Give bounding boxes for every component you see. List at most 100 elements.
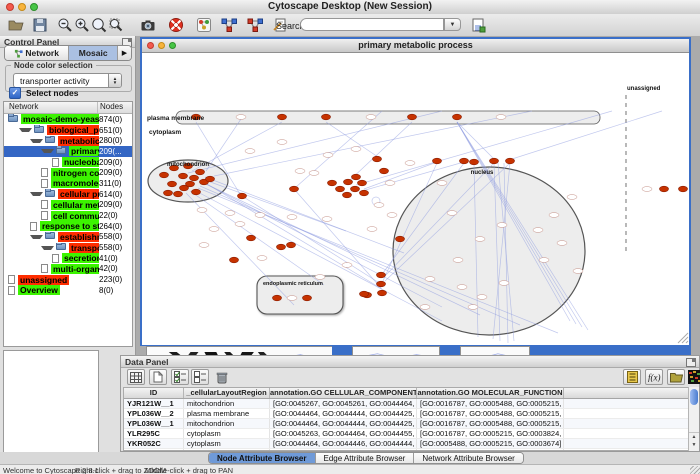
network-node[interactable]: [322, 114, 331, 120]
table-cell[interactable]: YPL036W__1: [124, 419, 184, 428]
table-row-yjr121w__1[interactable]: YJR121W__1mitochondrion[GO:0045267, GO:0…: [124, 399, 698, 409]
tree-row-establishment-of-lo[interactable]: establishment of lo558(0): [4, 232, 132, 243]
network-node[interactable]: [380, 168, 389, 174]
network-node[interactable]: [396, 236, 405, 242]
network-node[interactable]: [360, 190, 369, 196]
network-node[interactable]: [351, 186, 360, 192]
network-node[interactable]: [273, 295, 282, 301]
background-window-fragment[interactable]: [146, 346, 342, 355]
tree-row-mosaic-demo-yeast[interactable]: mosaic-demo-yeast874(0): [4, 114, 132, 125]
tree-row-cellular-process[interactable]: cellular process614(0): [4, 189, 132, 200]
help-lifebuoy-icon[interactable]: [168, 17, 184, 33]
network-node[interactable]: [336, 186, 345, 192]
table-cell[interactable]: YDR039C__1: [124, 449, 184, 451]
table-cell[interactable]: cytoplasm: [184, 439, 270, 448]
delete-attribute-button[interactable]: [213, 369, 231, 385]
scrollbar-arrows[interactable]: ▲▼: [689, 432, 699, 451]
zoom-out-icon[interactable]: [57, 17, 73, 33]
disclosure-triangle-icon[interactable]: [30, 139, 43, 143]
zoom-fit-icon[interactable]: [108, 17, 124, 33]
save-session-icon[interactable]: [32, 17, 48, 33]
table-cell[interactable]: [GO:0016787, GO:0005488, GO:0005215, G..…: [417, 399, 564, 408]
scrollbar-thumb[interactable]: [690, 389, 698, 405]
table-cell[interactable]: plasma membrane: [184, 409, 270, 418]
column-header-3[interactable]: annotation.GO MOLECULAR_FUNCTION: [417, 388, 564, 398]
network-edge[interactable]: [206, 119, 241, 171]
network-node[interactable]: [277, 244, 286, 250]
network-window-titlebar[interactable]: primary metabolic process: [142, 39, 689, 53]
table-row-ypl036w__2[interactable]: YPL036W__2plasma membrane[GO:0044464, GO…: [124, 409, 698, 419]
table-cell[interactable]: [GO:0005488, GO:0005215, GO:0003674]: [417, 439, 564, 448]
table-cell[interactable]: mitochondrion: [184, 449, 270, 451]
network-node[interactable]: [160, 172, 169, 178]
import-attributes-icon[interactable]: [470, 17, 486, 33]
new-attribute-button[interactable]: [149, 369, 167, 385]
table-cell[interactable]: YJR121W__1: [124, 399, 184, 408]
network-node[interactable]: [470, 159, 479, 165]
network-edge[interactable]: [202, 181, 382, 289]
formula-button[interactable]: f(x): [645, 369, 663, 385]
table-cell[interactable]: YKR052C: [124, 439, 184, 448]
tree-row-response-to-stimulu[interactable]: response to stimulu264(0): [4, 221, 132, 232]
network-node[interactable]: [186, 181, 195, 187]
table-cell[interactable]: YLR295C: [124, 429, 184, 438]
attribute-list-button[interactable]: [623, 369, 641, 385]
network-node[interactable]: [287, 242, 296, 248]
network-node[interactable]: [506, 158, 515, 164]
column-header-2[interactable]: annotation.GO CELLULAR_COMPONENT: [270, 388, 417, 398]
table-row-ykr052c[interactable]: YKR052Ccytoplasm[GO:0044464, GO:0044446,…: [124, 439, 698, 449]
network-node[interactable]: [278, 114, 287, 120]
tree-column-nodes[interactable]: Nodes: [98, 102, 132, 113]
background-window-fragment[interactable]: [352, 346, 440, 355]
network-node[interactable]: [358, 180, 367, 186]
tab-network-attribute-browser[interactable]: Network Attribute Browser: [414, 453, 522, 463]
canvas-resize-grip[interactable]: [686, 341, 688, 343]
attribute-grid-button[interactable]: [127, 369, 145, 385]
tree-column-network[interactable]: Network: [4, 102, 98, 113]
disclosure-triangle-icon[interactable]: [19, 128, 32, 132]
tab-node-attribute-browser[interactable]: Node Attribute Browser: [209, 453, 316, 463]
node-color-dropdown[interactable]: transporter activity ▲▼: [13, 73, 122, 88]
network-node[interactable]: [168, 181, 177, 187]
search-dropdown-button[interactable]: ▼: [444, 18, 461, 31]
search-input[interactable]: [300, 18, 444, 31]
network-node[interactable]: [373, 156, 382, 162]
column-header-1[interactable]: _cellularLayoutRegion: [184, 388, 270, 398]
background-window-fragment[interactable]: [440, 346, 460, 355]
network-node[interactable]: [460, 158, 469, 164]
tree-row-nucleobase-[interactable]: nucleobase-209(0): [4, 157, 132, 168]
background-window-fragment[interactable]: [332, 346, 352, 355]
open-attribute-file-button[interactable]: [667, 369, 685, 385]
network-node[interactable]: [660, 186, 669, 192]
tree-row-secretion[interactable]: secretion41(0): [4, 253, 132, 264]
disclosure-triangle-icon[interactable]: [41, 149, 54, 153]
disclosure-triangle-icon[interactable]: [30, 192, 43, 196]
vizmapper-icon[interactable]: [196, 17, 212, 33]
snapshot-camera-icon[interactable]: [140, 17, 156, 33]
tree-row-metabolic-process[interactable]: metabolic process280(0): [4, 135, 132, 146]
tree-row-nitrogen-compo[interactable]: nitrogen compo209(0): [4, 167, 132, 178]
table-row-ydr039c__1[interactable]: YDR039C__1mitochondrion[GO:0044464, GO:0…: [124, 449, 698, 451]
network-node[interactable]: [328, 180, 337, 186]
network-node[interactable]: [230, 257, 239, 263]
network-edge[interactable]: [205, 177, 404, 253]
column-header-0[interactable]: ID: [124, 388, 184, 398]
background-window-fragment[interactable]: [530, 346, 691, 355]
network-node[interactable]: [196, 169, 205, 175]
disclosure-triangle-icon[interactable]: [41, 246, 54, 250]
tab-network[interactable]: Network: [5, 46, 69, 60]
network-node[interactable]: [190, 175, 199, 181]
more-tabs-arrow[interactable]: ▶: [118, 46, 131, 60]
table-cell[interactable]: [GO:0016787, GO:0005488, GO:0005215, G..…: [417, 409, 564, 418]
tab-edge-attribute-browser[interactable]: Edge Attribute Browser: [316, 453, 415, 463]
zoom-in-icon[interactable]: [74, 17, 90, 33]
table-cell[interactable]: [GO:0045263, GO:0044464, GO:0044455, G..…: [270, 429, 417, 438]
network-node[interactable]: [453, 114, 462, 120]
table-cell[interactable]: mitochondrion: [184, 419, 270, 428]
network-node[interactable]: [174, 191, 183, 197]
unselect-attributes-button[interactable]: [191, 369, 209, 385]
table-cell[interactable]: [GO:0016787, GO:0005488, GO:0005215, G..…: [417, 419, 564, 428]
background-window-fragment[interactable]: [460, 346, 530, 355]
network-node[interactable]: [206, 176, 215, 182]
table-cell[interactable]: cytoplasm: [184, 429, 270, 438]
